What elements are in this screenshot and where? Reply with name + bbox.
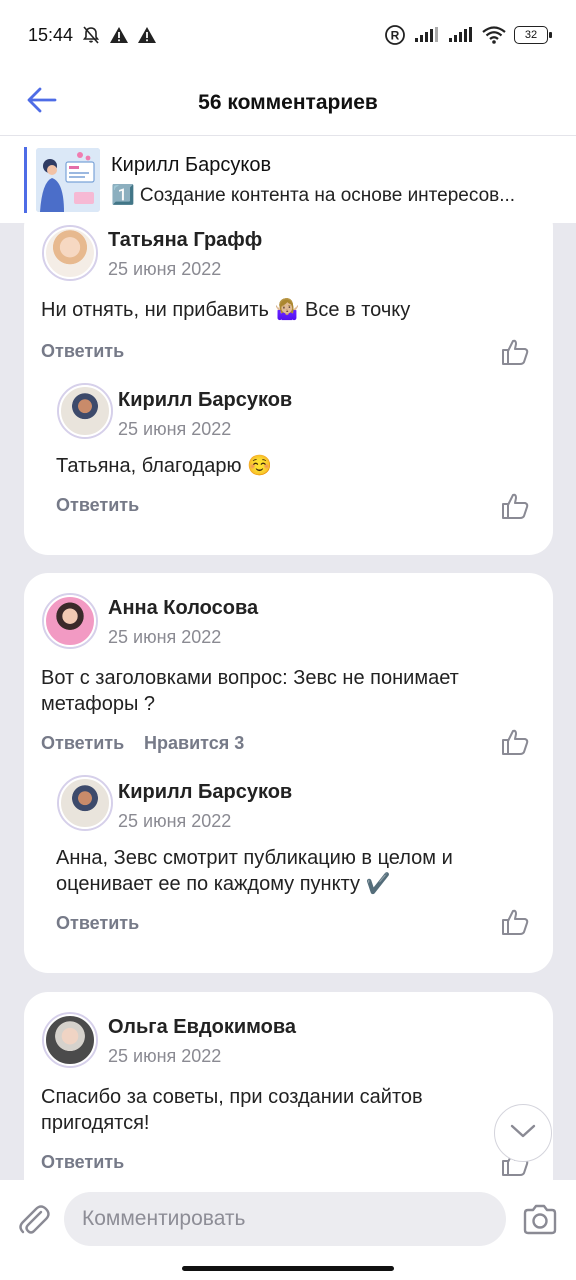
comment-text-line: Анна, Зевс смотрит публикацию в целом и	[56, 847, 453, 869]
thumbs-up-icon	[500, 729, 530, 761]
comment-card: Анна Колосова 25 июня 2022 Вот с заголов…	[24, 573, 553, 973]
camera-button[interactable]	[520, 1200, 560, 1240]
comment-date: 25 июня 2022	[108, 627, 222, 647]
comment-text-line: пригодятся!	[41, 1112, 150, 1134]
reply-button[interactable]: Ответить	[41, 341, 124, 362]
post-reference-text: Кирилл Барсуков 1️⃣ Создание контента на…	[111, 154, 561, 207]
comment-text-line: Вот с заголовками вопрос: Зевс не понима…	[41, 667, 459, 689]
comment-author[interactable]: Кирилл Барсуков	[118, 389, 292, 412]
avatar[interactable]	[57, 383, 113, 439]
thumbs-up-icon	[500, 339, 530, 371]
comment-text: Татьяна, благодарю ☺️	[56, 455, 272, 477]
comment-text: Ни отнять, ни прибавить 🤷🏼‍♀️ Все в точк…	[41, 299, 411, 321]
reply-button[interactable]: Ответить	[56, 495, 139, 516]
arrow-left-icon	[27, 87, 57, 118]
post-reference-accent-bar	[24, 147, 27, 213]
status-left: 15:44	[28, 25, 157, 46]
thumbs-up-icon	[500, 493, 530, 525]
signal-icon	[448, 27, 474, 43]
comments-feed[interactable]: Татьяна Графф 25 июня 2022 Ни отнять, ни…	[0, 223, 576, 1180]
battery-level: 32	[524, 29, 538, 41]
comment-card: Татьяна Графф 25 июня 2022 Ни отнять, ни…	[24, 223, 553, 555]
wifi-icon	[482, 26, 506, 44]
paperclip-icon	[14, 1205, 54, 1244]
comment-text-line: оценивает ее по каждому пункту ✔️	[56, 873, 391, 895]
home-indicator	[182, 1266, 394, 1271]
comment-composer	[0, 1180, 576, 1280]
thumbs-up-icon	[500, 909, 530, 941]
chevron-down-icon	[510, 1123, 536, 1144]
avatar[interactable]	[42, 225, 98, 281]
registered-icon: R	[384, 24, 406, 46]
reply-button[interactable]: Ответить	[41, 1152, 124, 1173]
attach-button[interactable]	[14, 1200, 54, 1240]
thumbs-up-icon	[500, 1150, 530, 1180]
post-snippet: 1️⃣ Создание контента на основе интересо…	[111, 184, 516, 206]
comment-card: Ольга Евдокимова 25 июня 2022 Спасибо за…	[24, 992, 553, 1180]
back-button[interactable]	[24, 84, 60, 120]
comment-author[interactable]: Анна Колосова	[108, 597, 258, 620]
comment-date: 25 июня 2022	[108, 1046, 222, 1066]
comment-input[interactable]	[64, 1192, 506, 1246]
warning-icon	[137, 26, 157, 44]
comment-text-line: метафоры ?	[41, 693, 156, 715]
camera-icon	[520, 1204, 560, 1244]
comment-author[interactable]: Кирилл Барсуков	[118, 781, 292, 804]
comment-author[interactable]: Ольга Евдокимова	[108, 1016, 296, 1039]
like-button[interactable]	[500, 491, 530, 521]
avatar[interactable]	[57, 775, 113, 831]
status-bar: 15:44 R 32	[0, 0, 576, 70]
comment-date: 25 июня 2022	[108, 259, 222, 279]
signal-icon	[414, 27, 440, 43]
comment-author[interactable]: Татьяна Графф	[108, 229, 262, 252]
like-button[interactable]	[500, 337, 530, 367]
comment-text-line: Спасибо за советы, при создании сайтов	[41, 1086, 423, 1108]
warning-icon	[109, 26, 129, 44]
like-button[interactable]	[500, 907, 530, 937]
reply-button[interactable]: Ответить	[41, 733, 124, 754]
header: 56 комментариев	[0, 70, 576, 136]
post-reference[interactable]: Кирилл Барсуков 1️⃣ Создание контента на…	[0, 137, 576, 223]
bell-off-icon	[81, 25, 101, 45]
battery-icon: 32	[514, 26, 552, 44]
comment-date: 25 июня 2022	[118, 419, 232, 439]
status-right: R 32	[384, 24, 552, 46]
svg-text:R: R	[391, 29, 400, 43]
comment-date: 25 июня 2022	[118, 811, 232, 831]
avatar[interactable]	[42, 1012, 98, 1068]
status-time: 15:44	[28, 24, 74, 45]
page-title: 56 комментариев	[198, 90, 378, 114]
avatar[interactable]	[42, 593, 98, 649]
post-thumbnail	[36, 148, 100, 212]
like-button[interactable]	[500, 727, 530, 757]
likes-count[interactable]: Нравится 3	[144, 733, 244, 754]
post-author: Кирилл Барсуков	[111, 153, 272, 176]
scroll-down-button[interactable]	[494, 1104, 552, 1162]
reply-button[interactable]: Ответить	[56, 913, 139, 934]
